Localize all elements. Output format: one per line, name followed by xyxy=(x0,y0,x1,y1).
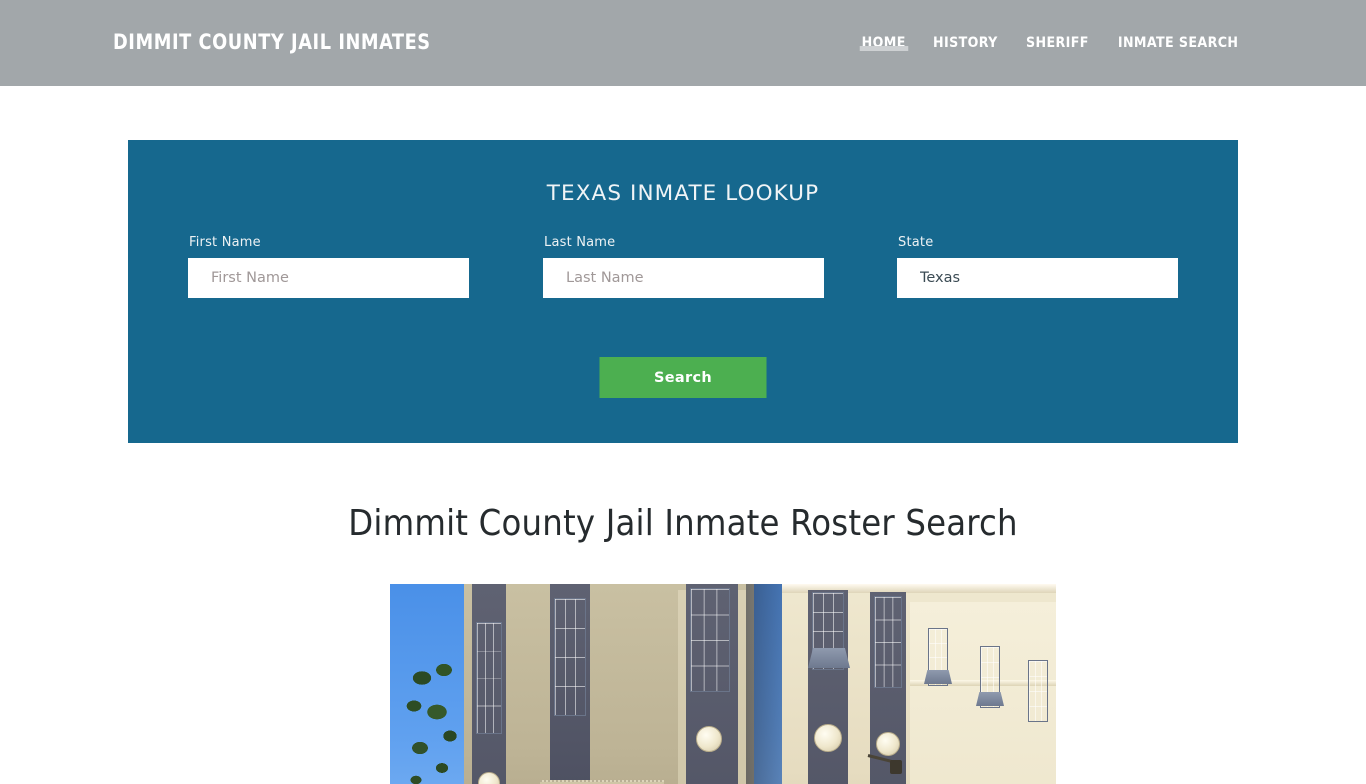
page-title: Dimmit County Jail Inmate Roster Search xyxy=(348,503,1018,544)
photo-medallion-3 xyxy=(814,724,842,752)
nav-item-home[interactable]: HOME xyxy=(849,0,918,51)
last-name-label: Last Name xyxy=(544,235,616,250)
first-name-field-group: First Name xyxy=(188,235,469,298)
photo-window-2 xyxy=(554,598,586,716)
state-field-group: State Texas xyxy=(897,235,1178,298)
photo-awning-2 xyxy=(924,670,952,684)
inmate-lookup-panel: TEXAS INMATE LOOKUP First Name Last Name… xyxy=(128,140,1238,443)
photo-window-3 xyxy=(690,588,730,692)
jail-building-photo-canvas: DIMMIT COUNTY JAIL xyxy=(390,584,1056,784)
photo-tree xyxy=(404,662,466,784)
last-name-input[interactable] xyxy=(543,258,824,298)
nav-item-inmate-search[interactable]: INMATE SEARCH xyxy=(1105,0,1251,51)
photo-building-gap-shadow xyxy=(746,584,784,784)
first-name-label: First Name xyxy=(189,235,261,250)
photo-window-1 xyxy=(476,622,502,734)
nav-item-sheriff[interactable]: SHERIFF xyxy=(1013,0,1101,51)
lookup-field-row: First Name Last Name State Texas xyxy=(128,235,1238,310)
site-brand-logo[interactable]: DIMMIT COUNTY JAIL INMATES xyxy=(113,30,431,54)
photo-medallion-2 xyxy=(696,726,722,752)
first-name-input[interactable] xyxy=(188,258,469,298)
photo-window-7 xyxy=(874,596,902,688)
nav-item-history[interactable]: HISTORY xyxy=(921,0,1011,51)
site-header: DIMMIT COUNTY JAIL INMATES HOME HISTORY … xyxy=(0,0,1366,86)
search-button[interactable]: Search xyxy=(599,357,767,398)
photo-medallion-4 xyxy=(876,732,900,756)
state-select[interactable]: Texas xyxy=(897,258,1178,298)
main-navigation: HOME HISTORY SHERIFF INMATE SEARCH xyxy=(848,0,1253,86)
lookup-panel-title: TEXAS INMATE LOOKUP xyxy=(546,181,820,206)
photo-lamp-head xyxy=(890,760,902,774)
state-label: State xyxy=(898,235,934,250)
photo-awning-1 xyxy=(808,648,850,668)
photo-awning-3 xyxy=(976,692,1004,706)
last-name-field-group: Last Name xyxy=(543,235,824,298)
photo-window-12 xyxy=(1028,660,1048,722)
jail-building-photo: DIMMIT COUNTY JAIL xyxy=(390,584,1056,784)
